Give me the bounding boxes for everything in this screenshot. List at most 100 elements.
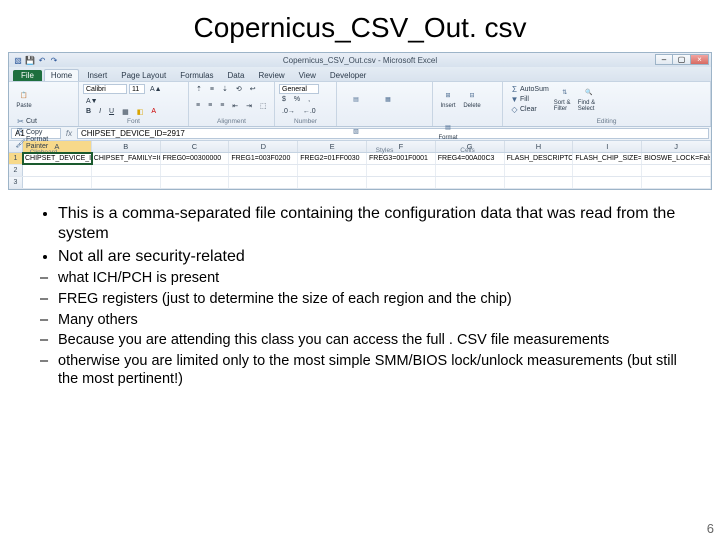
undo-icon[interactable]: ↶ bbox=[37, 55, 47, 65]
align-right-button[interactable]: ≡ bbox=[217, 101, 227, 111]
cell[interactable] bbox=[367, 165, 436, 176]
tab-view[interactable]: View bbox=[293, 70, 322, 81]
cell[interactable] bbox=[573, 165, 642, 176]
group-number: General $ % , .0→ ←.0 Number bbox=[275, 82, 337, 126]
autosum-button[interactable]: ΣAutoSum bbox=[507, 84, 552, 94]
cond-format-button[interactable]: ▤ bbox=[341, 84, 371, 114]
cell[interactable] bbox=[92, 177, 161, 188]
cell[interactable] bbox=[436, 165, 505, 176]
save-icon[interactable]: 💾 bbox=[25, 55, 35, 65]
col-header[interactable]: I bbox=[573, 141, 642, 152]
tab-formulas[interactable]: Formulas bbox=[174, 70, 219, 81]
cell[interactable] bbox=[642, 177, 711, 188]
cell[interactable] bbox=[229, 177, 298, 188]
format-cells-button[interactable]: ▤Format bbox=[437, 116, 459, 146]
fill-color-button[interactable]: ◧ bbox=[134, 107, 147, 117]
bullet: Not all are security-related bbox=[58, 247, 684, 267]
fill-icon: ▼ bbox=[510, 95, 519, 104]
border-button[interactable]: ▦ bbox=[119, 107, 132, 117]
merge-button[interactable]: ⬚ bbox=[257, 101, 270, 111]
eraser-icon: ◇ bbox=[510, 105, 519, 114]
dec-decimal-button[interactable]: ←.0 bbox=[300, 107, 319, 117]
insert-cells-button[interactable]: ⊞Insert bbox=[437, 84, 459, 114]
row-header[interactable]: 2 bbox=[9, 165, 23, 176]
cell[interactable]: FLASH_CHIP_SIZE=00400000 bbox=[573, 153, 642, 164]
cell[interactable]: FREG1=003F0200 bbox=[229, 153, 298, 164]
currency-button[interactable]: $ bbox=[279, 95, 289, 105]
indent-dec-button[interactable]: ⇤ bbox=[229, 101, 241, 111]
cell[interactable]: BIOSWE_LOCK=False bbox=[642, 153, 711, 164]
font-name-combo[interactable]: Calibri bbox=[83, 84, 127, 94]
indent-inc-button[interactable]: ⇥ bbox=[243, 101, 255, 111]
font-color-button[interactable]: A bbox=[148, 107, 159, 117]
tab-developer[interactable]: Developer bbox=[324, 70, 372, 81]
paste-button[interactable]: 📋 Paste bbox=[13, 84, 35, 114]
align-middle-button[interactable]: ≡ bbox=[207, 84, 217, 94]
cell[interactable]: FREG0=00300000 bbox=[161, 153, 230, 164]
clear-button[interactable]: ◇Clear bbox=[507, 104, 552, 114]
format-as-table-button[interactable]: ▦ bbox=[373, 84, 403, 114]
cell-styles-button[interactable]: ▧ bbox=[341, 116, 371, 146]
find-select-button[interactable]: 🔍Find & Select bbox=[578, 84, 600, 114]
comma-button[interactable]: , bbox=[305, 95, 313, 105]
cell[interactable] bbox=[298, 165, 367, 176]
align-bottom-button[interactable]: ⇣ bbox=[219, 84, 231, 94]
number-format-combo[interactable]: General bbox=[279, 84, 319, 94]
cell[interactable]: FREG2=01FF0030 bbox=[298, 153, 367, 164]
col-header[interactable]: B bbox=[92, 141, 161, 152]
italic-button[interactable]: I bbox=[96, 107, 104, 117]
cell[interactable] bbox=[161, 177, 230, 188]
tab-page-layout[interactable]: Page Layout bbox=[115, 70, 172, 81]
format-painter-button[interactable]: 🖌Format Painter bbox=[13, 138, 74, 148]
underline-button[interactable]: U bbox=[106, 107, 117, 117]
align-center-button[interactable]: ≡ bbox=[205, 101, 215, 111]
grow-font-button[interactable]: A▲ bbox=[147, 84, 165, 94]
col-header[interactable]: J bbox=[642, 141, 711, 152]
col-header[interactable]: D bbox=[229, 141, 298, 152]
cell[interactable]: CHIPSET_FAMILY=ICH9 bbox=[92, 153, 161, 164]
bold-button[interactable]: B bbox=[83, 107, 94, 117]
cell[interactable] bbox=[505, 165, 574, 176]
orientation-button[interactable]: ⟲ bbox=[233, 84, 245, 94]
cell[interactable] bbox=[23, 165, 92, 176]
align-left-button[interactable]: ≡ bbox=[193, 101, 203, 111]
col-header[interactable]: H bbox=[505, 141, 574, 152]
cell[interactable] bbox=[92, 165, 161, 176]
row-header[interactable]: 3 bbox=[9, 177, 23, 188]
tab-data[interactable]: Data bbox=[222, 70, 251, 81]
tab-home[interactable]: Home bbox=[44, 69, 79, 81]
redo-icon[interactable]: ↷ bbox=[49, 55, 59, 65]
tab-file[interactable]: File bbox=[13, 70, 42, 81]
font-size-combo[interactable]: 11 bbox=[129, 84, 145, 94]
cell[interactable]: CHIPSET_DEVICE_ID=2917 bbox=[23, 153, 92, 164]
cell[interactable] bbox=[367, 177, 436, 188]
cell[interactable] bbox=[229, 165, 298, 176]
tab-insert[interactable]: Insert bbox=[81, 70, 113, 81]
cell[interactable] bbox=[642, 165, 711, 176]
delete-cells-button[interactable]: ⊟Delete bbox=[461, 84, 483, 114]
col-header[interactable]: C bbox=[161, 141, 230, 152]
inc-decimal-button[interactable]: .0→ bbox=[279, 107, 298, 117]
sort-filter-button[interactable]: ⇅Sort & Filter bbox=[554, 84, 576, 114]
cut-button[interactable]: ✂Cut bbox=[13, 116, 74, 126]
tab-review[interactable]: Review bbox=[252, 70, 290, 81]
percent-button[interactable]: % bbox=[291, 95, 303, 105]
cell[interactable] bbox=[298, 177, 367, 188]
cell[interactable] bbox=[23, 177, 92, 188]
cell[interactable] bbox=[573, 177, 642, 188]
cell[interactable]: FLASH_DESCRIPTOR_MODE=True bbox=[505, 153, 574, 164]
maximize-button[interactable]: ▢ bbox=[673, 54, 691, 65]
sub-bullet: FREG registers (just to determine the si… bbox=[58, 290, 684, 309]
cell[interactable] bbox=[436, 177, 505, 188]
cell[interactable] bbox=[161, 165, 230, 176]
cell[interactable]: FREG4=00A00C3 bbox=[436, 153, 505, 164]
minimize-button[interactable]: – bbox=[655, 54, 673, 65]
align-top-button[interactable]: ⇡ bbox=[193, 84, 205, 94]
shrink-font-button[interactable]: A▼ bbox=[83, 96, 101, 106]
wrap-text-button[interactable]: ↩ bbox=[247, 84, 259, 94]
excel-titlebar: ▧ 💾 ↶ ↷ Copernicus_CSV_Out.csv - Microso… bbox=[9, 53, 711, 67]
cell[interactable]: FREG3=001F0001 bbox=[367, 153, 436, 164]
close-button[interactable]: × bbox=[691, 54, 709, 65]
fill-button[interactable]: ▼Fill bbox=[507, 94, 552, 104]
cell[interactable] bbox=[505, 177, 574, 188]
